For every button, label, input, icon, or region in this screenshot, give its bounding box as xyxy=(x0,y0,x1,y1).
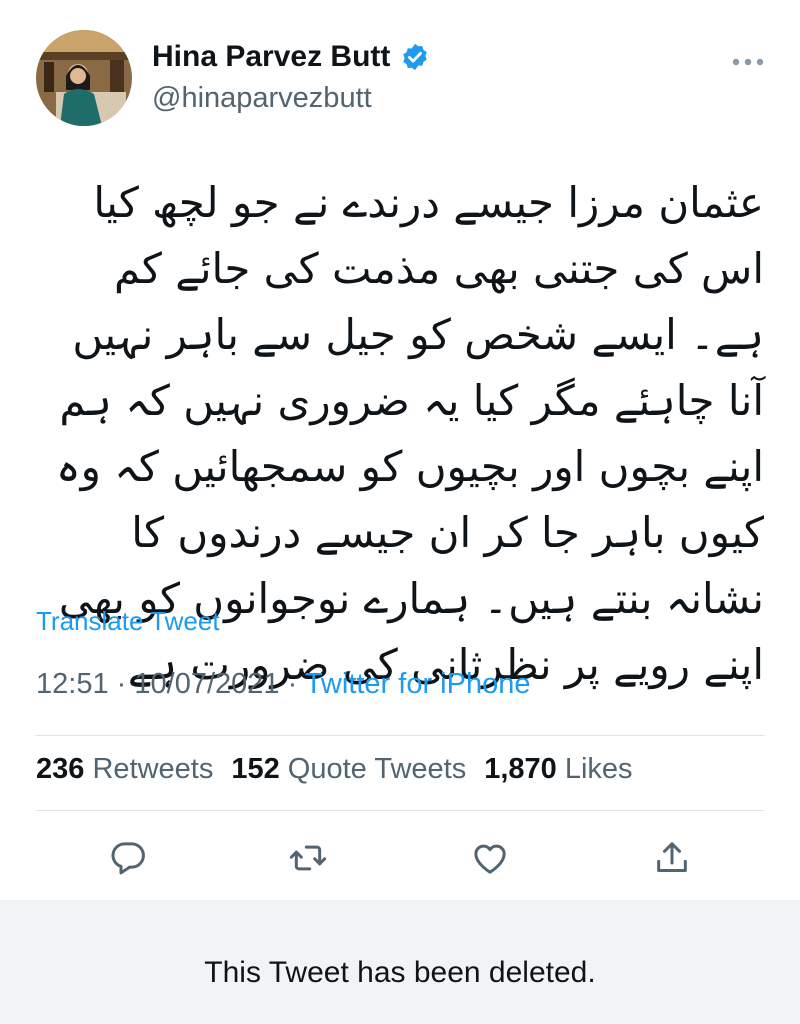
more-dots-icon xyxy=(732,58,764,66)
quote-tweets-count: 152 xyxy=(231,753,280,785)
author-handle[interactable]: @hinaparvezbutt xyxy=(152,82,372,115)
retweet-icon xyxy=(289,845,327,871)
retweets-label: Retweets xyxy=(92,753,214,785)
divider xyxy=(36,810,764,811)
more-options-button[interactable] xyxy=(720,42,776,82)
verified-badge-icon xyxy=(403,43,428,71)
likes-count: 1,870 xyxy=(484,753,557,785)
like-icon xyxy=(474,844,506,874)
meta-separator: · xyxy=(287,668,298,700)
likes-label: Likes xyxy=(564,753,633,785)
tweet-source-link[interactable]: Twitter for iPhone xyxy=(305,668,531,700)
deleted-notice-text: This Tweet has been deleted. xyxy=(204,956,596,989)
quote-tweets-stat[interactable]: 152 Quote Tweets xyxy=(231,753,466,786)
share-icon xyxy=(657,842,687,872)
author-name-row[interactable]: Hina Parvez Butt xyxy=(152,40,430,74)
reply-button[interactable] xyxy=(104,834,152,882)
tweet-time: 12:51 xyxy=(36,668,109,700)
tweet-metadata: 12:51 · 10/07/2021 · Twitter for iPhone xyxy=(36,668,530,701)
like-button[interactable] xyxy=(466,834,514,882)
author-name[interactable]: Hina Parvez Butt xyxy=(152,40,390,74)
tweet-stats: 236 Retweets 152 Quote Tweets 1,870 Like… xyxy=(36,753,633,786)
divider xyxy=(36,735,764,736)
retweets-stat[interactable]: 236 Retweets xyxy=(36,753,213,786)
quote-tweets-label: Quote Tweets xyxy=(287,753,467,785)
tweet-card: Hina Parvez Butt @hinaparvezbutt عثمان م… xyxy=(0,0,800,900)
likes-stat[interactable]: 1,870 Likes xyxy=(484,753,632,786)
author-avatar[interactable] xyxy=(36,30,132,126)
share-button[interactable] xyxy=(648,834,696,882)
tweet-action-bar xyxy=(0,834,800,882)
avatar-photo-icon xyxy=(36,30,132,126)
reply-icon xyxy=(111,842,145,875)
tweet-date: 10/07/2021 xyxy=(134,668,280,700)
meta-separator: · xyxy=(116,668,127,700)
retweets-count: 236 xyxy=(36,753,85,785)
retweet-button[interactable] xyxy=(284,834,332,882)
translate-tweet-link[interactable]: Translate Tweet xyxy=(36,606,220,637)
